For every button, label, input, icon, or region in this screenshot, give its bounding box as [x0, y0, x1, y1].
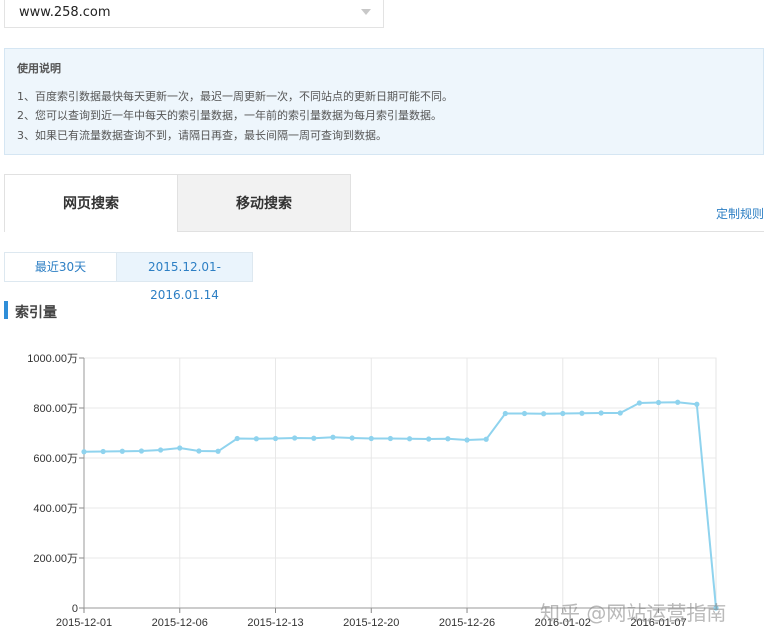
site-select[interactable]: www.258.com	[4, 0, 384, 28]
data-point	[406, 436, 413, 442]
y-tick-label: 800.00万	[33, 403, 78, 415]
x-tick-label: 2015-12-06	[152, 617, 208, 629]
data-point	[617, 410, 623, 416]
custom-rule-link[interactable]: 定制规则	[716, 205, 764, 222]
data-point	[138, 448, 145, 454]
x-tick-label: 2015-12-26	[439, 617, 495, 629]
data-point	[81, 449, 87, 455]
data-point	[445, 436, 451, 442]
notice-line: 3、如果已有流量数据查询不到，请隔日再查，最长间隔一周可查询到数据。	[17, 129, 387, 142]
data-point	[158, 447, 164, 453]
data-point	[253, 436, 259, 442]
site-select-value: www.258.com	[19, 5, 111, 20]
x-tick-label: 2015-12-01	[56, 617, 112, 629]
data-point	[675, 399, 681, 405]
y-tick-label: 1000.00万	[27, 353, 78, 365]
section-title-text: 索引量	[15, 305, 57, 321]
data-point	[636, 400, 642, 406]
data-point	[598, 410, 604, 416]
data-point	[541, 411, 547, 417]
data-point	[196, 448, 202, 454]
y-tick-label: 600.00万	[33, 453, 78, 465]
y-tick-label: 200.00万	[33, 553, 78, 565]
data-point	[330, 434, 336, 440]
plot-area	[83, 357, 717, 609]
tab-mobile-search[interactable]: 移动搜索	[177, 174, 351, 232]
chevron-down-icon[interactable]	[361, 9, 371, 15]
data-point	[119, 448, 125, 454]
data-point	[311, 435, 317, 441]
recent-30-days-button[interactable]: 最近30天	[4, 252, 117, 282]
data-point	[100, 448, 106, 455]
data-point	[387, 435, 394, 442]
notice-line: 2、您可以查询到近一年中每天的索引量数据，一年前的索引量数据为每月索引量数据。	[17, 109, 442, 122]
data-point	[464, 437, 470, 443]
notice-line: 1、百度索引数据最快每天更新一次，最迟一周更新一次，不同站点的更新日期可能不同。	[17, 90, 453, 103]
data-point	[655, 399, 662, 406]
data-point	[177, 445, 183, 451]
usage-notice: 使用说明 1、百度索引数据最快每天更新一次，最迟一周更新一次，不同站点的更新日期…	[4, 48, 764, 155]
x-tick-label: 2015-12-13	[247, 617, 303, 629]
data-point	[292, 435, 298, 441]
tabs-divider	[351, 231, 764, 232]
data-point	[560, 410, 566, 417]
y-tick-label: 0	[72, 603, 78, 615]
data-point	[215, 448, 221, 454]
data-point	[234, 435, 240, 442]
section-title-bar	[4, 301, 8, 319]
data-point	[694, 401, 700, 407]
data-point	[349, 435, 355, 441]
tab-web-search[interactable]: 网页搜索	[4, 174, 178, 232]
data-point	[502, 410, 508, 417]
data-point	[521, 410, 528, 417]
date-range-button[interactable]: 2015.12.01-2016.01.14	[116, 252, 253, 302]
data-point	[483, 436, 489, 442]
data-point	[272, 435, 279, 442]
data-point	[579, 410, 585, 416]
data-point	[368, 435, 374, 442]
watermark: 知乎 @网站运营指南	[540, 601, 727, 625]
y-tick-label: 400.00万	[33, 503, 78, 515]
data-point	[426, 436, 432, 442]
notice-title: 使用说明	[17, 62, 61, 75]
x-tick-label: 2015-12-20	[343, 617, 399, 629]
